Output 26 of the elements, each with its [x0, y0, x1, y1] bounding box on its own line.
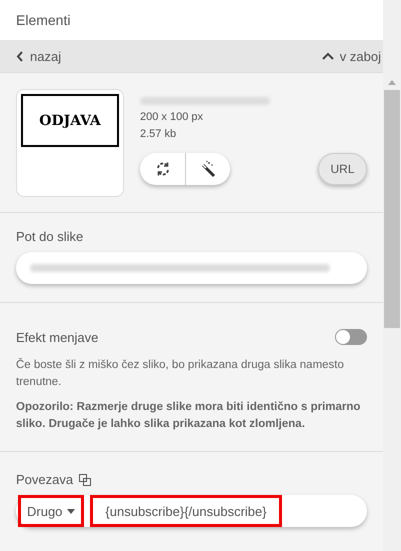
back-button[interactable]: nazaj: [16, 48, 62, 64]
image-thumbnail[interactable]: ODJAVA: [16, 89, 124, 197]
link-label: Povezava: [16, 472, 74, 487]
up-button[interactable]: v zaboj: [322, 48, 381, 64]
magic-wand-icon: [199, 160, 217, 178]
link-type-dropdown[interactable]: Drugo: [18, 495, 84, 527]
refresh-icon: [154, 161, 170, 177]
url-button[interactable]: URL: [318, 153, 367, 185]
path-label: Pot do slike: [16, 229, 84, 244]
image-dimensions: 200 x 100 px: [140, 110, 204, 125]
copy-icon: [79, 474, 92, 486]
image-size: 2.57 kb: [140, 127, 178, 142]
swap-description: Če boste šli z miško čez sliko, bo prikazana druga slika namesto trenutne.: [16, 357, 345, 390]
path-field[interactable]: [16, 252, 367, 284]
scrollbar-thumb[interactable]: [384, 90, 400, 328]
swap-effect-label: Efekt menjave: [16, 330, 98, 344]
chevron-left-icon: [16, 50, 24, 62]
scrollbar[interactable]: [383, 0, 401, 551]
scroll-up-icon[interactable]: [388, 80, 396, 85]
swap-warning: Opozorilo: Razmerje druge slike mora biti identično s primarno sliko. Drugače je lahko slika prikazana kot zlomljena.: [16, 400, 362, 432]
logo-image: ODJAVA: [21, 94, 119, 147]
caret-icon: [67, 508, 76, 514]
chevron-up-icon: [322, 52, 334, 60]
link-field[interactable]: {unsubscribe}{/unsubscribe}: [90, 495, 282, 527]
panel-title: Elementi: [16, 12, 70, 28]
swap-effect-toggle[interactable]: [335, 329, 367, 345]
